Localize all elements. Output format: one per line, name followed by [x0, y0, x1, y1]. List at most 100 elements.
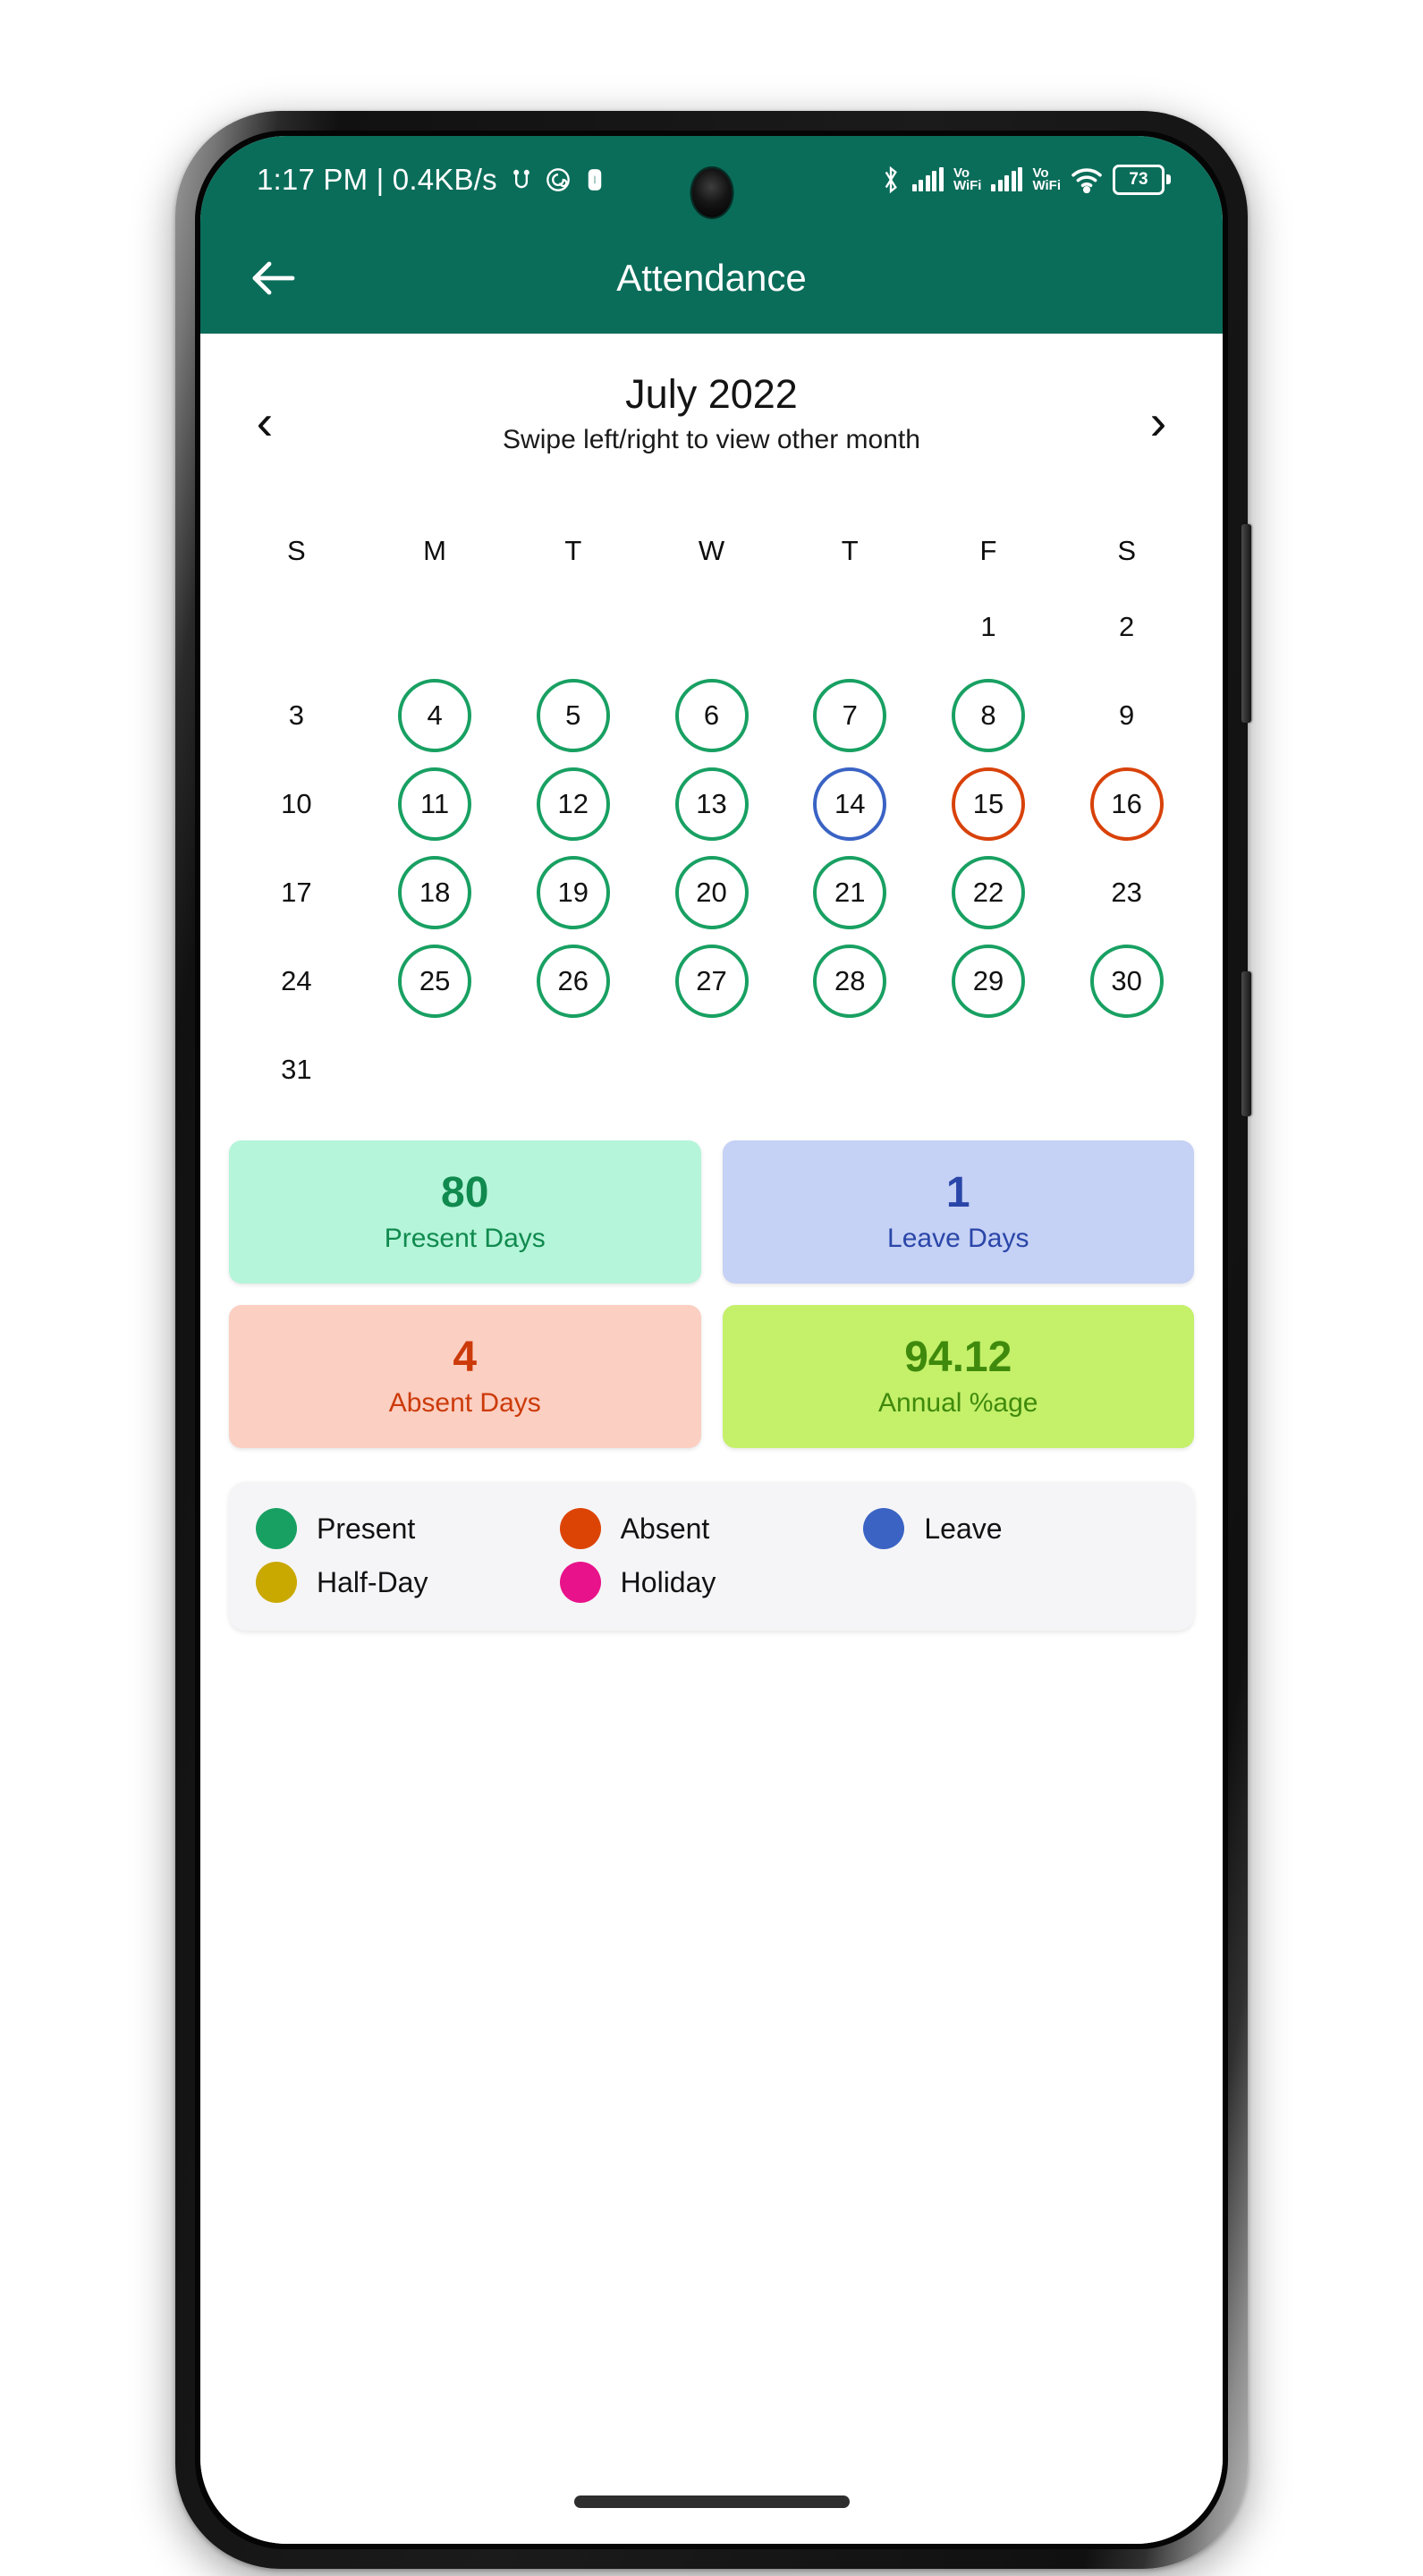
legend-row: Half-Day Holiday: [256, 1555, 1167, 1609]
calendar-day-empty: [642, 582, 781, 671]
calendar-day-22[interactable]: 22: [919, 848, 1058, 936]
month-subtitle: Swipe left/right to view other month: [503, 425, 920, 454]
calendar-day-10[interactable]: 10: [227, 759, 366, 848]
day-marker-none: 24: [281, 964, 312, 996]
day-marker-none: 1: [980, 610, 996, 642]
volume-button[interactable]: [1241, 524, 1251, 723]
page-title: Attendance: [616, 257, 807, 299]
calendar-day-14[interactable]: 14: [781, 759, 919, 848]
calendar-day-2[interactable]: 2: [1057, 582, 1196, 671]
wifi-icon: [1071, 166, 1103, 193]
calendar-day-21[interactable]: 21: [781, 848, 919, 936]
day-marker-present: 26: [536, 944, 610, 1018]
calendar-day-18[interactable]: 18: [366, 848, 504, 936]
stat-value: 1: [945, 1169, 970, 1216]
stat-card-leave-days: 1 Leave Days: [722, 1140, 1194, 1284]
sim2-wifi-text: WiFi: [1032, 177, 1061, 193]
calendar-day-5[interactable]: 5: [504, 671, 642, 759]
calendar-grid: SMTWTFS 1 2 3 4 5 6 7 8 9 10 11 12 13 14 15 16 17 18 19 20 2…: [200, 520, 1223, 1114]
calendar-day-1[interactable]: 1: [919, 582, 1058, 671]
stat-label: Leave Days: [887, 1224, 1029, 1253]
day-marker-present: 13: [674, 767, 749, 841]
day-marker-none: 2: [1119, 610, 1135, 642]
calendar-day-30[interactable]: 30: [1057, 936, 1196, 1025]
prev-month-button[interactable]: ‹: [233, 391, 296, 453]
day-marker-present: 22: [951, 855, 1025, 929]
calendar-day-13[interactable]: 13: [642, 759, 781, 848]
calendar-week-row: 31: [227, 1025, 1196, 1114]
back-button[interactable]: [245, 250, 301, 306]
legend-dot-icon: [559, 1508, 601, 1549]
calendar-day-7[interactable]: 7: [781, 671, 919, 759]
day-marker-present: 7: [813, 678, 887, 752]
weekday-header-row: SMTWTFS: [227, 520, 1196, 582]
sim1-signal-icon: [911, 166, 944, 191]
weekday-header-4: T: [841, 535, 859, 566]
calendar-day-empty: [504, 582, 642, 671]
battery-icon: 73: [1113, 164, 1171, 195]
status-bar: 1:17 PM | 0.4KB/s Vo WiFi Vo WiFi 73: [200, 136, 1223, 223]
calendar-day-26[interactable]: 26: [504, 936, 642, 1025]
day-marker-leave: 14: [813, 767, 887, 841]
day-marker-present: 12: [536, 767, 610, 841]
calendar-day-15[interactable]: 15: [919, 759, 1058, 848]
calendar-day-27[interactable]: 27: [642, 936, 781, 1025]
calendar-day-3[interactable]: 3: [227, 671, 366, 759]
day-marker-absent: 15: [951, 767, 1025, 841]
legend-item-half-day: Half-Day: [256, 1555, 560, 1609]
day-marker-none: 17: [281, 876, 312, 908]
bluetooth-icon: [879, 165, 902, 194]
calendar-day-28[interactable]: 28: [781, 936, 919, 1025]
day-marker-present: 5: [536, 678, 610, 752]
sim1-vowifi-label: Vo WiFi: [953, 166, 982, 192]
app-bar: Attendance: [200, 223, 1223, 334]
calendar-day-24[interactable]: 24: [227, 936, 366, 1025]
stat-label: Absent Days: [388, 1388, 541, 1418]
month-navigator: ‹ July 2022 Swipe left/right to view oth…: [200, 369, 1223, 504]
stat-card-annual-age: 94.12 Annual %age: [722, 1305, 1194, 1448]
status-bar-left: 1:17 PM | 0.4KB/s: [257, 163, 607, 197]
app-content: ‹ July 2022 Swipe left/right to view oth…: [200, 334, 1223, 2544]
calendar-day-17[interactable]: 17: [227, 848, 366, 936]
day-marker-present: 18: [398, 855, 472, 929]
legend-label: Half-Day: [317, 1565, 428, 1598]
calendar-day-12[interactable]: 12: [504, 759, 642, 848]
day-marker-present: 20: [674, 855, 749, 929]
day-marker-none: 9: [1119, 699, 1135, 731]
battery-level-text: 73: [1129, 169, 1148, 189]
legend-label: Leave: [924, 1512, 1003, 1545]
calendar-day-29[interactable]: 29: [919, 936, 1058, 1025]
calendar-day-31[interactable]: 31: [227, 1025, 366, 1114]
calendar-day-16[interactable]: 16: [1057, 759, 1196, 848]
day-marker-present: 21: [813, 855, 887, 929]
stat-card-absent-days: 4 Absent Days: [229, 1305, 701, 1448]
day-marker-present: 6: [674, 678, 749, 752]
legend-row: Present Absent Leave: [256, 1502, 1167, 1555]
status-bar-right: Vo WiFi Vo WiFi 73: [879, 136, 1171, 223]
day-marker-present: 8: [951, 678, 1025, 752]
calendar-day-4[interactable]: 4: [366, 671, 504, 759]
vpn-key-icon: [582, 167, 607, 192]
calendar-day-25[interactable]: 25: [366, 936, 504, 1025]
calendar-day-19[interactable]: 19: [504, 848, 642, 936]
calendar-day-9[interactable]: 9: [1057, 671, 1196, 759]
stat-value: 94.12: [904, 1334, 1012, 1381]
stat-cards: 80 Present Days 1 Leave Days 4 Absent Days 94.…: [200, 1140, 1223, 1448]
power-button[interactable]: [1241, 971, 1251, 1116]
calendar-day-8[interactable]: 8: [919, 671, 1058, 759]
legend-item-holiday: Holiday: [559, 1555, 864, 1609]
calendar-day-11[interactable]: 11: [366, 759, 504, 848]
legend-dot-icon: [256, 1508, 297, 1549]
calendar-day-empty: [1057, 1025, 1196, 1114]
calendar-week-row: 10 11 12 13 14 15 16: [227, 759, 1196, 848]
weekday-header-2: T: [564, 535, 582, 566]
phone-screen: 1:17 PM | 0.4KB/s Vo WiFi Vo WiFi 73 Att…: [200, 136, 1223, 2544]
calendar-day-23[interactable]: 23: [1057, 848, 1196, 936]
calendar-day-20[interactable]: 20: [642, 848, 781, 936]
next-month-button[interactable]: ›: [1127, 391, 1190, 453]
weekday-header-6: S: [1117, 535, 1137, 566]
calendar-day-empty: [366, 1025, 504, 1114]
calendar-week-row: 17 18 19 20 21 22 23: [227, 848, 1196, 936]
calendar-day-6[interactable]: 6: [642, 671, 781, 759]
home-indicator[interactable]: [573, 2496, 850, 2508]
